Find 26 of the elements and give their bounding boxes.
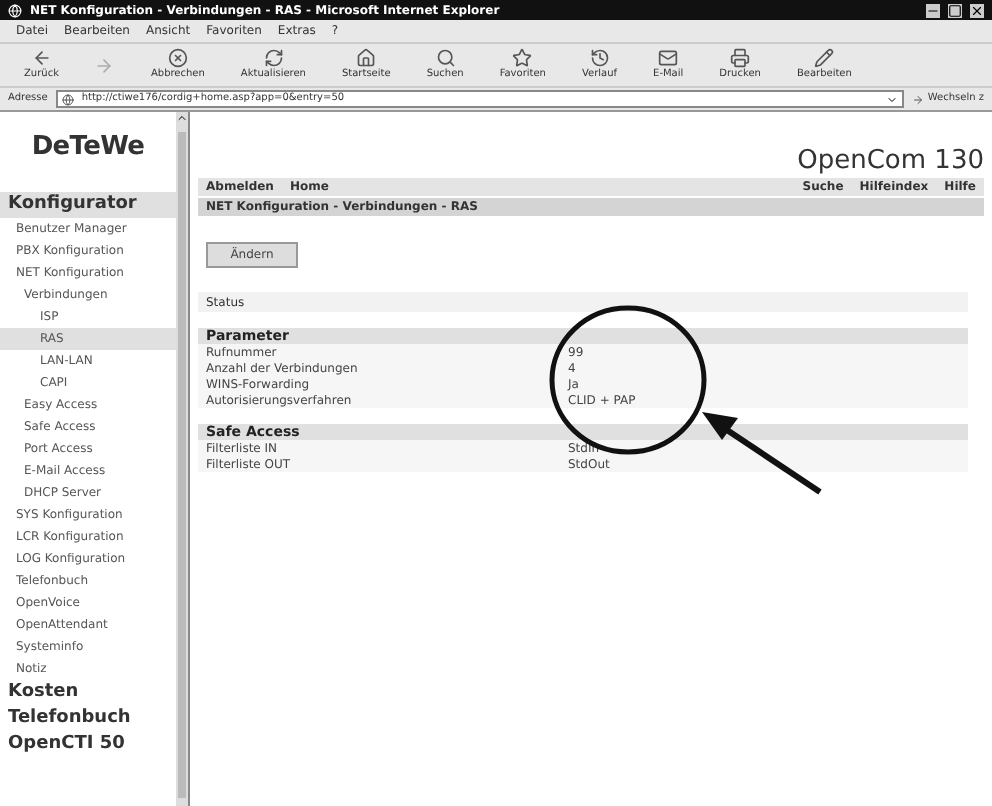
star-icon: [512, 48, 533, 68]
forward-arrow-icon: [94, 55, 115, 75]
page-icon: [61, 93, 74, 105]
dropdown-icon[interactable]: [885, 93, 898, 105]
sidebar-section[interactable]: Telefonbuch: [0, 705, 176, 731]
stop-icon: [167, 48, 188, 68]
printer-icon: [730, 48, 751, 68]
annotation-arrow: [702, 412, 822, 495]
go-arrow-icon: [911, 93, 924, 105]
home-icon: [356, 48, 377, 68]
back-arrow-icon: [31, 48, 52, 68]
sidebar-section[interactable]: Kosten: [0, 679, 176, 705]
minimize-icon[interactable]: [926, 3, 940, 17]
pencil-icon: [814, 48, 835, 68]
close-icon[interactable]: [970, 3, 984, 17]
scroll-up-icon[interactable]: [176, 112, 188, 124]
refresh-icon: [263, 48, 284, 68]
search-icon: [435, 48, 456, 68]
browser-icon: [8, 3, 22, 17]
history-icon: [589, 48, 610, 68]
logo: DeTeWe: [29, 130, 147, 166]
sidebar-section[interactable]: OpenCTI 50: [0, 731, 176, 757]
product-name: OpenCom 130: [797, 148, 984, 176]
sidebar-section[interactable]: Konfigurator: [0, 191, 176, 217]
mail-icon: [658, 48, 679, 68]
maximize-icon[interactable]: [948, 3, 962, 17]
